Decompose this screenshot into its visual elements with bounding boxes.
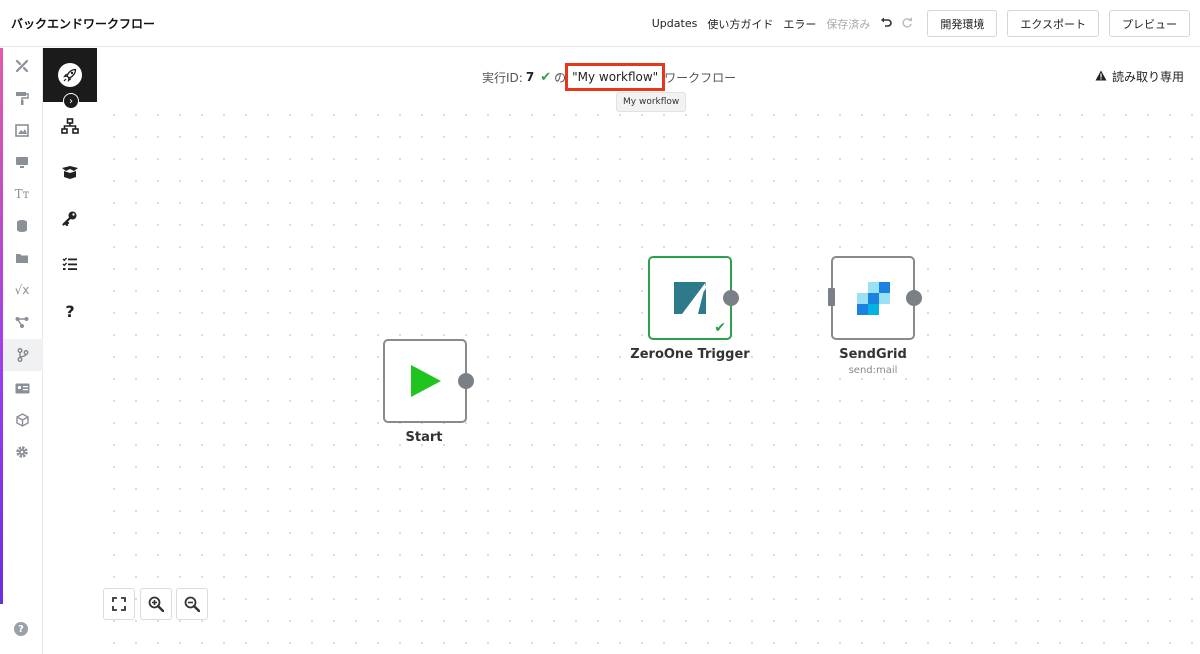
input-port[interactable] [828, 288, 835, 306]
execution-connector: の [554, 70, 567, 85]
sendgrid-logo-icon [857, 282, 891, 320]
paint-roller-icon[interactable] [13, 89, 31, 107]
errors-link[interactable]: エラー [783, 16, 816, 32]
execution-info: 実行ID: 7 ✔ の "My workflow" ワークフロー [482, 63, 737, 91]
zeroone-trigger-label: ZeroOne Trigger [630, 347, 750, 362]
question-icon[interactable]: ? [60, 301, 80, 321]
environment-button[interactable]: 開発環境 [927, 10, 998, 37]
help-icon[interactable]: ? [14, 622, 28, 636]
output-port[interactable] [906, 290, 922, 306]
zeroone-logo-icon [672, 280, 708, 320]
text-icon[interactable]: Tт [13, 185, 31, 203]
warning-icon [1095, 70, 1107, 84]
expand-icon [112, 597, 126, 611]
readonly-label: 読み取り専用 [1111, 70, 1184, 84]
branch-icon[interactable] [3, 339, 43, 371]
guide-link[interactable]: 使い方ガイド [707, 16, 773, 32]
workflow-panel: › ? [43, 48, 97, 654]
execution-label: 実行ID: [482, 70, 523, 85]
execution-id: 7 [525, 70, 535, 84]
sendgrid-label: SendGrid [839, 347, 907, 362]
key-icon[interactable] [60, 208, 80, 228]
database-icon[interactable] [13, 217, 31, 235]
updates-link[interactable]: Updates [652, 17, 698, 30]
zoom-out-icon [184, 596, 200, 612]
top-bar: バックエンドワークフロー Updates 使い方ガイド エラー 保存済み 開発環… [0, 0, 1200, 47]
output-port[interactable] [723, 290, 739, 306]
top-actions: Updates 使い方ガイド エラー 保存済み 開発環境 エクスポート プレビュ… [652, 0, 1200, 47]
id-card-icon[interactable] [13, 379, 31, 397]
expand-panel-icon[interactable]: › [63, 93, 79, 109]
sitemap-icon[interactable] [60, 116, 80, 136]
zoom-out-button[interactable] [176, 588, 208, 620]
start-node[interactable] [383, 339, 474, 423]
export-button[interactable]: エクスポート [1007, 10, 1099, 37]
gear-icon[interactable] [13, 443, 31, 461]
left-rail: Tт √x ? [0, 48, 43, 654]
rocket-icon[interactable] [58, 63, 82, 87]
readonly-badge: 読み取り専用 [1095, 68, 1184, 85]
rail-accent [0, 48, 3, 604]
fit-view-button[interactable] [103, 588, 135, 620]
start-node-label: Start [405, 430, 443, 445]
share-nodes-icon[interactable] [13, 313, 31, 331]
workflow-canvas[interactable]: 実行ID: 7 ✔ の "My workflow" ワークフロー My work… [97, 48, 1200, 654]
saved-status: 保存済み [826, 17, 871, 31]
workflow-name-link[interactable]: "My workflow" [565, 63, 666, 91]
sendgrid-sublabel: send:mail [848, 365, 898, 376]
app-title: バックエンドワークフロー [11, 17, 156, 31]
redo-icon[interactable] [901, 16, 913, 32]
play-icon [409, 363, 443, 403]
checklist-icon[interactable] [60, 254, 80, 274]
execution-suffix: ワークフロー [664, 70, 737, 85]
cube-icon[interactable] [13, 411, 31, 429]
undo-icon[interactable] [880, 16, 893, 32]
sendgrid-node[interactable] [828, 256, 922, 340]
output-port[interactable] [458, 373, 474, 389]
box-open-icon[interactable] [60, 162, 80, 182]
zoom-in-icon [148, 596, 164, 612]
success-check-icon: ✔ [714, 320, 726, 336]
tools-icon[interactable] [13, 57, 31, 75]
zoom-in-button[interactable] [140, 588, 172, 620]
monitor-icon[interactable] [13, 153, 31, 171]
workflow-name-tooltip: My workflow [616, 92, 687, 112]
folder-icon[interactable] [13, 249, 31, 267]
zeroone-trigger-node[interactable]: ✔ [648, 256, 739, 340]
image-icon[interactable] [13, 121, 31, 139]
check-icon: ✔ [540, 69, 552, 85]
formula-icon[interactable]: √x [13, 281, 31, 299]
preview-button[interactable]: プレビュー [1109, 10, 1190, 37]
execution-bar: 実行ID: 7 ✔ の "My workflow" ワークフロー My work… [97, 48, 1200, 112]
